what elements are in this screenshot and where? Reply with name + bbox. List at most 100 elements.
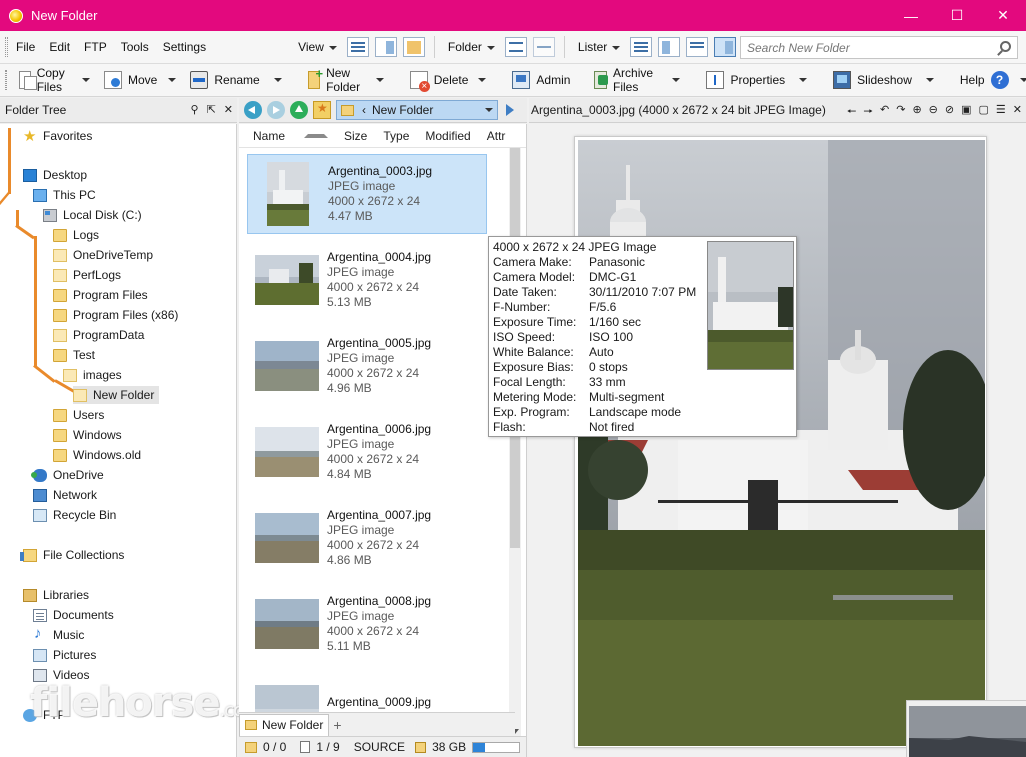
column-type[interactable]: Type (376, 129, 418, 143)
search-input[interactable]: Search New Folder (740, 36, 1018, 59)
chevron-down-icon[interactable] (672, 78, 681, 82)
tree-music[interactable]: Music (33, 625, 84, 644)
chevron-down-icon[interactable] (799, 78, 808, 82)
tree-folder-program-files-x86[interactable]: Program Files (x86) (53, 306, 178, 324)
lister-viewer-icon[interactable] (714, 37, 737, 57)
tree-folder-images[interactable]: images (63, 366, 122, 384)
add-tab-icon[interactable]: + (333, 717, 341, 733)
help-button[interactable]: Help? (954, 71, 1015, 89)
search-icon[interactable] (1000, 41, 1011, 52)
tree-folder-onedrivetemp[interactable]: OneDriveTemp (53, 246, 153, 264)
tree-local-disk[interactable]: Local Disk (C:) (43, 206, 142, 224)
file-item[interactable]: Argentina_0003.jpg JPEG image 4000 x 267… (247, 154, 487, 234)
tree-documents[interactable]: Documents (33, 606, 114, 624)
chevron-down-icon[interactable] (925, 78, 934, 82)
menu-edit[interactable]: Edit (42, 40, 77, 54)
file-item[interactable]: Argentina_0005.jpg JPEG image 4000 x 267… (247, 326, 487, 406)
move-button[interactable]: Move (98, 71, 163, 89)
close-icon[interactable]: ✕ (1013, 103, 1022, 122)
admin-button[interactable]: Admin (506, 71, 576, 89)
menu-ftp[interactable]: FTP (77, 40, 114, 54)
archive-files-button[interactable]: Archive Files (588, 66, 664, 94)
file-item[interactable]: Argentina_0006.jpg JPEG image 4000 x 267… (247, 412, 487, 492)
path-dropdown[interactable]: ‹ New Folder (336, 100, 498, 120)
tree-folder-program-files[interactable]: Program Files (53, 286, 148, 304)
toolbar-grip[interactable] (5, 70, 7, 90)
tree-pictures[interactable]: Pictures (33, 646, 96, 664)
chevron-down-icon[interactable] (1019, 78, 1026, 82)
tree-network[interactable]: Network (33, 486, 97, 504)
next-icon[interactable]: 🠖 (863, 103, 873, 122)
chevron-down-icon[interactable] (375, 78, 384, 82)
lister-dual-icon[interactable] (658, 37, 681, 57)
chevron-down-icon[interactable] (273, 78, 282, 82)
fit-window-icon[interactable]: ▣ (961, 103, 971, 122)
tree-folder-windows[interactable]: Windows (53, 426, 122, 444)
chevron-down-icon[interactable] (82, 78, 91, 82)
pin-icon[interactable]: ⇱ (207, 103, 216, 116)
play-arrow-icon[interactable] (506, 104, 514, 116)
file-item[interactable]: Argentina_0008.jpg JPEG image 4000 x 267… (247, 584, 487, 664)
chevron-down-icon[interactable] (168, 78, 177, 82)
tree-this-pc[interactable]: This PC (33, 186, 96, 204)
menu-settings[interactable]: Settings (156, 40, 213, 54)
breadcrumb-chevron-icon[interactable]: ‹ (362, 103, 366, 117)
view-menu[interactable]: View (291, 40, 344, 54)
chevron-down-icon[interactable] (485, 108, 493, 112)
tree-onedrive[interactable]: OneDrive (31, 466, 104, 484)
tree-folder-test[interactable]: Test (53, 346, 95, 364)
tree-folder-programdata[interactable]: ProgramData (53, 326, 144, 344)
tree-folder-windows-old[interactable]: Windows.old (53, 446, 141, 464)
new-folder-button[interactable]: New Folder (302, 66, 372, 94)
favorites-star-icon[interactable] (313, 101, 331, 119)
menu-tools[interactable]: Tools (114, 40, 156, 54)
delete-button[interactable]: Delete (404, 71, 475, 92)
forward-arrow-icon[interactable] (267, 101, 285, 119)
tree-libraries[interactable]: Libraries (23, 586, 89, 604)
minimize-button[interactable]: — (888, 0, 934, 31)
lister-menu[interactable]: Lister (571, 40, 627, 54)
tree-favorites[interactable]: Favorites (23, 127, 92, 145)
column-size[interactable]: Size (337, 129, 376, 143)
back-arrow-icon[interactable] (244, 101, 262, 119)
folder-menu[interactable]: Folder (441, 40, 502, 54)
tree-desktop[interactable]: Desktop (23, 166, 87, 184)
view-details-icon[interactable] (346, 37, 369, 57)
fullscreen-icon[interactable]: ▢ (979, 103, 989, 122)
rotate-left-icon[interactable]: ↶ (880, 103, 889, 122)
lister-tree-icon[interactable] (686, 37, 709, 57)
menu-file[interactable]: File (14, 40, 42, 54)
properties-button[interactable]: Properties (700, 71, 791, 89)
zoom-in-icon[interactable]: ⊕ (912, 103, 921, 122)
zoom-fit-icon[interactable]: ⊘ (945, 103, 954, 122)
previous-icon[interactable]: 🠔 (847, 103, 857, 122)
up-arrow-icon[interactable] (290, 101, 308, 119)
column-modified[interactable]: Modified (418, 129, 479, 143)
view-thumbnails-icon[interactable] (402, 37, 425, 57)
tree-file-collections[interactable]: File Collections (20, 546, 124, 564)
navigator-thumbnail[interactable] (906, 700, 1026, 757)
zoom-out-icon[interactable]: ⊖ (929, 103, 938, 122)
file-item[interactable]: Argentina_0007.jpg JPEG image 4000 x 267… (247, 498, 487, 578)
close-icon[interactable]: ✕ (224, 103, 233, 116)
folder-grid-icon[interactable] (504, 37, 527, 57)
maximize-button[interactable]: ☐ (934, 0, 980, 31)
chevron-down-icon[interactable] (478, 78, 487, 82)
tree-folder-users[interactable]: Users (53, 406, 104, 424)
folder-tab[interactable]: New Folder (239, 713, 330, 736)
column-name[interactable]: Name (239, 129, 337, 143)
slideshow-button[interactable]: Slideshow (827, 71, 918, 89)
tree-recycle-bin[interactable]: Recycle Bin (33, 506, 116, 524)
copy-files-button[interactable]: Copy Files (13, 66, 77, 94)
file-item[interactable]: Argentina_0004.jpg JPEG image 4000 x 267… (247, 240, 487, 320)
rotate-right-icon[interactable]: ↷ (896, 103, 905, 122)
lister-single-icon[interactable] (630, 37, 653, 57)
search-icon[interactable]: ⚲ (191, 103, 199, 116)
view-preview-icon[interactable] (374, 37, 397, 57)
tree-folder-logs[interactable]: Logs (53, 226, 99, 244)
rename-button[interactable]: Rename (184, 71, 265, 89)
column-attr[interactable]: Attr (480, 129, 515, 143)
folder-columns-icon[interactable] (532, 37, 555, 57)
preview-image[interactable] (578, 140, 985, 746)
toolbar-grip[interactable] (5, 37, 8, 57)
